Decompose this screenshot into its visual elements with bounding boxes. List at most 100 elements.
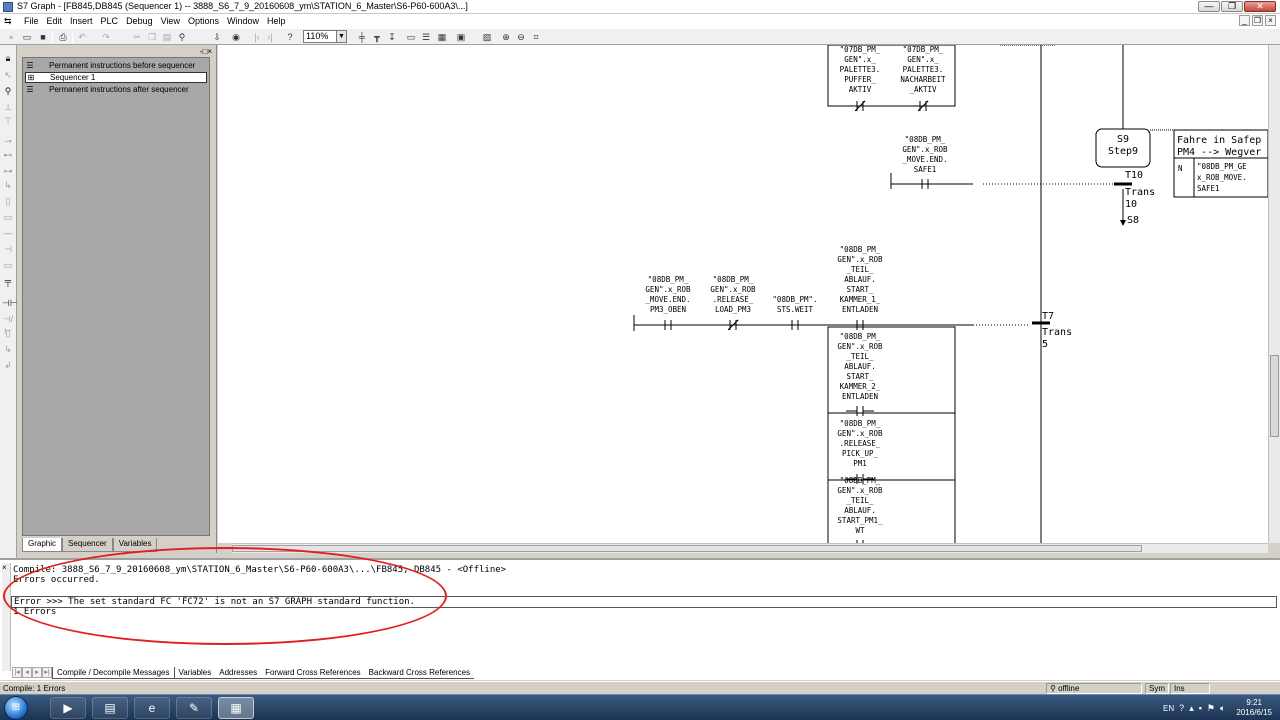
save-icon[interactable]: ■ — [37, 31, 49, 43]
simatic-manager-icon[interactable]: ✎ — [176, 697, 212, 719]
display-icon[interactable]: ▨ — [481, 31, 493, 43]
fit-icon[interactable]: ⌗ — [530, 31, 542, 43]
tab-forward-cross-references[interactable]: Forward Cross References — [261, 667, 365, 679]
media-player-icon[interactable]: ▶ — [50, 697, 86, 719]
tab-compile-messages[interactable]: Compile / Decompile Messages — [52, 667, 175, 679]
network-icon[interactable]: ▪ — [1199, 703, 1202, 713]
box-icon[interactable]: ▯ — [2, 327, 14, 339]
minimize-button[interactable]: — — [1198, 1, 1220, 12]
menu-edit[interactable]: Edit — [43, 15, 67, 27]
tree-item-permanent-before[interactable]: ☰ Permanent instructions before sequence… — [25, 60, 195, 71]
help-icon[interactable]: ? — [284, 31, 296, 43]
message-line[interactable]: 1 Errors — [13, 607, 56, 617]
redo-icon[interactable]: ↷ — [100, 31, 112, 43]
chevron-down-icon[interactable]: ▼ — [336, 31, 346, 42]
restore-button[interactable]: ❐ — [1221, 1, 1243, 12]
scroll-thumb[interactable] — [232, 545, 1142, 552]
tab-addresses[interactable]: Addresses — [215, 667, 262, 679]
details-close-strip[interactable]: × — [2, 563, 11, 671]
flag-icon[interactable]: ⚑ — [1207, 703, 1215, 714]
doc-restore-button[interactable]: ❐ — [1252, 15, 1263, 26]
zoom-out-icon[interactable]: ⊖ — [515, 31, 527, 43]
internet-explorer-icon[interactable]: e — [134, 697, 170, 719]
next-icon[interactable]: ›| — [264, 31, 276, 43]
jump-icon[interactable]: ↧ — [386, 31, 398, 43]
first-tab-icon[interactable]: |◂ — [12, 667, 22, 678]
horizontal-scrollbar[interactable] — [232, 543, 1268, 553]
close-icon[interactable]: -□× — [200, 47, 212, 56]
tree-item-sequencer-1[interactable]: ⊞ Sequencer 1 — [25, 72, 207, 83]
tab-variables[interactable]: Variables — [174, 667, 216, 679]
view-icon[interactable]: ▣ — [455, 31, 467, 43]
s7-graph-taskbar-icon[interactable]: ▦ — [218, 697, 254, 719]
nc-contact[interactable] — [719, 319, 747, 331]
symbol-icon[interactable]: ▦ — [436, 31, 448, 43]
menu-insert[interactable]: Insert — [66, 15, 97, 27]
last-tab-icon[interactable]: ▸| — [42, 667, 52, 678]
prev-tab-icon[interactable]: ◂ — [22, 667, 32, 678]
tab-backward-cross-references[interactable]: Backward Cross References — [364, 667, 475, 679]
language-indicator[interactable]: EN — [1163, 704, 1174, 713]
select-icon[interactable]: ↖ — [2, 69, 14, 81]
document-icon[interactable]: ⇆ — [4, 16, 12, 27]
alt-branch-icon[interactable]: ⊸ — [2, 135, 14, 147]
step-trans-icon[interactable]: ⊤ — [2, 115, 14, 127]
transition-insert-icon[interactable]: ⊥ — [2, 101, 14, 113]
print-icon[interactable]: ⎙ — [57, 31, 69, 43]
download-icon[interactable]: ⇩ — [211, 31, 223, 43]
menu-help[interactable]: Help — [263, 15, 290, 27]
cut-icon[interactable]: ✂ — [131, 31, 143, 43]
volume-icon[interactable]: 🔈︎ — [1220, 703, 1225, 714]
no-contact[interactable] — [846, 406, 874, 416]
new-icon[interactable]: ▫ — [5, 31, 17, 43]
previous-icon[interactable]: |‹ — [251, 31, 263, 43]
error-message-line[interactable]: Error >>> The set standard FC 'FC72' is … — [11, 596, 1277, 608]
doc-close-button[interactable]: × — [1265, 15, 1276, 26]
menu-plc[interactable]: PLC — [97, 15, 123, 27]
step-insert-icon[interactable]: ⚲ — [2, 85, 14, 97]
doc-minimize-button[interactable]: _ — [1239, 15, 1250, 26]
tree-item-permanent-after[interactable]: ☰ Permanent instructions after sequencer — [25, 84, 188, 95]
tray-expand-icon[interactable]: ▴ — [1189, 703, 1194, 714]
branch-icon[interactable]: ┳ — [371, 31, 383, 43]
step-transition-icon[interactable]: ╪ — [356, 31, 368, 43]
file-explorer-icon[interactable]: ▤ — [92, 697, 128, 719]
sequencer-canvas[interactable]: "07DB_PM_ GEN".x_ PALETTE3. PUFFER_ AKTIV "07… — [218, 45, 1268, 543]
coil-icon[interactable]: ▭ — [2, 259, 14, 271]
zoom-in-icon[interactable]: ⊕ — [500, 31, 512, 43]
sim-branch-icon[interactable]: ⊷ — [2, 149, 14, 161]
menu-window[interactable]: Window — [223, 15, 263, 27]
nc-contact[interactable] — [909, 100, 937, 112]
tab-variables[interactable]: Variables — [112, 538, 158, 552]
action-icon[interactable]: ▭ — [2, 211, 14, 223]
monitor-icon[interactable]: ◉ — [230, 31, 242, 43]
next-tab-icon[interactable]: ▸ — [32, 667, 42, 678]
comment-icon[interactable]: ▭ — [405, 31, 417, 43]
tab-graphic[interactable]: Graphic — [22, 538, 63, 552]
jump-insert-icon[interactable]: ↳ — [2, 179, 14, 191]
menu-debug[interactable]: Debug — [122, 15, 157, 27]
zoom-select[interactable]: 110% ▼ — [303, 30, 347, 43]
open-icon[interactable]: ▭ — [21, 31, 33, 43]
tab-sequencer[interactable]: Sequencer — [62, 538, 113, 552]
help-icon[interactable]: ? — [1179, 703, 1184, 713]
nc-contact[interactable] — [846, 100, 874, 112]
menu-view[interactable]: View — [157, 15, 184, 27]
message-line[interactable]: Compile: 3888_S6_7_9_20160608_ym\STATION… — [13, 565, 506, 575]
start-button[interactable]: ⊞ — [4, 696, 28, 720]
menu-file[interactable]: File — [20, 15, 43, 27]
close-branch-icon[interactable]: ⊶ — [2, 165, 14, 177]
clock[interactable]: 9:21 2016/6/15 — [1236, 698, 1272, 718]
scroll-thumb[interactable] — [1270, 355, 1279, 437]
close-button[interactable]: ✕ — [1244, 1, 1276, 12]
ladder-icon[interactable]: ╤ — [2, 275, 14, 287]
operand-icon[interactable]: ☰ — [420, 31, 432, 43]
copy-icon[interactable]: ❐ — [146, 31, 158, 43]
find-icon[interactable]: ⚲ — [176, 31, 188, 43]
no-contact-icon[interactable]: ⊣⊢ — [2, 297, 18, 309]
line-icon[interactable]: — — [2, 227, 14, 239]
nc-contact2-icon[interactable]: ⊣/⊢ — [2, 313, 14, 336]
lock-icon[interactable]: 🔒︎ — [2, 52, 14, 64]
nc-contact-icon[interactable]: ⊣ — [2, 243, 14, 255]
vertical-scrollbar[interactable] — [1268, 45, 1280, 543]
